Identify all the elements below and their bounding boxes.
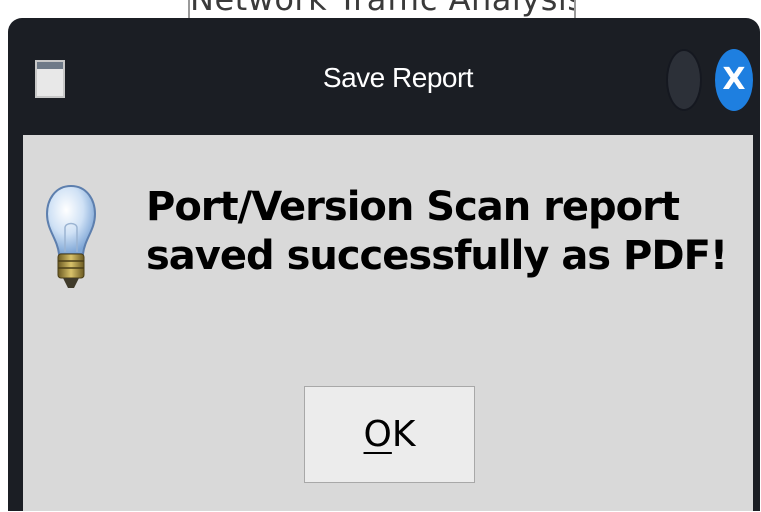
close-button[interactable]: X: [715, 49, 753, 111]
dialog-content: Port/Version Scan report saved successfu…: [23, 135, 753, 511]
save-report-dialog: Save Report X Port/Version Scan report s…: [8, 18, 760, 511]
ok-label-rest: K: [391, 414, 416, 455]
message-text: Port/Version Scan report saved successfu…: [146, 184, 728, 279]
background-window-title: Network Traffic Analysis: [190, 0, 574, 18]
lightbulb-icon: [45, 184, 97, 288]
ok-mnemonic: O: [363, 414, 392, 455]
minimize-button[interactable]: [666, 49, 702, 111]
dialog-titlebar[interactable]: Save Report X: [8, 18, 760, 135]
dialog-title: Save Report: [322, 62, 474, 93]
window-icon: [35, 60, 65, 98]
ok-button[interactable]: OK: [304, 386, 475, 483]
